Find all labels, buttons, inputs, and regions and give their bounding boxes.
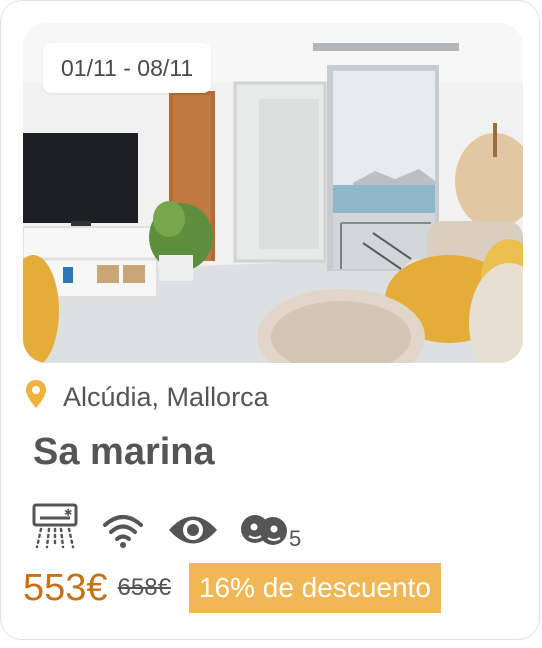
discount-badge: 16% de descuento: [188, 563, 441, 613]
current-price: 553€: [23, 566, 108, 609]
guests-count: 5: [289, 526, 302, 551]
air-conditioning-icon: ✱: [31, 503, 79, 549]
wifi-icon: [101, 511, 145, 549]
guests-icon: 5: [241, 509, 302, 551]
listing-title[interactable]: Sa marina: [33, 431, 215, 474]
svg-text:✱: ✱: [64, 508, 72, 519]
amenities-row: ✱ 5: [31, 499, 302, 551]
location-label: Alcúdia, Mallorca: [63, 382, 269, 412]
location-row: Alcúdia, Mallorca: [25, 379, 269, 416]
listing-photo[interactable]: 01/11 - 08/11: [23, 23, 523, 363]
view-icon: [167, 511, 219, 549]
listing-card[interactable]: 01/11 - 08/11 Alcúdia, Mallorca Sa marin…: [0, 0, 540, 640]
original-price: 658€: [117, 574, 171, 601]
location-pin-icon: [25, 379, 47, 416]
date-range-badge: 01/11 - 08/11: [43, 43, 212, 93]
price-row: 553€ 658€ 16% de descuento: [23, 563, 441, 613]
